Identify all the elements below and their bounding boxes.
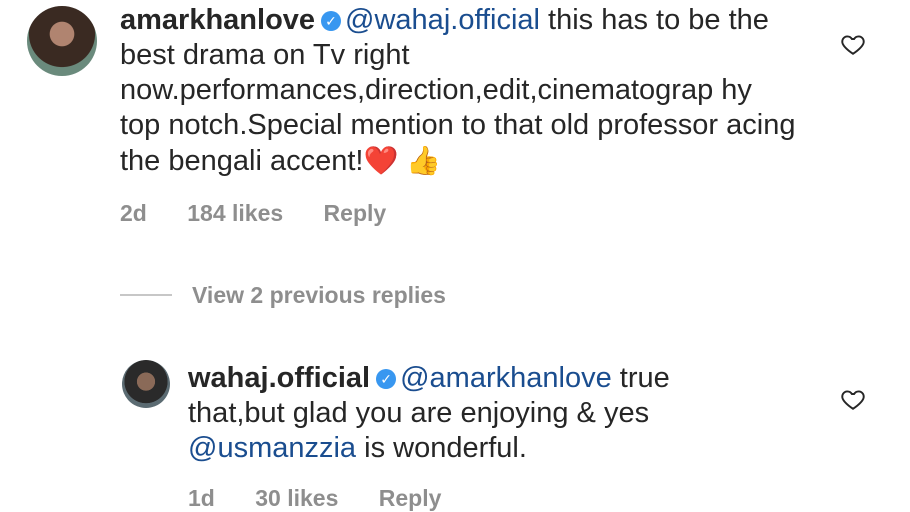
thumbs-up-emoji: 👍 (406, 144, 442, 177)
comment-1: amarkhanlove ✓ @wahaj.official this has to… (120, 3, 800, 179)
comment-meta: 2d 184 likes Reply (120, 200, 420, 227)
comment-mention-2[interactable]: @usmanzzia (188, 432, 356, 464)
view-replies-row[interactable]: View 2 previous replies (120, 280, 446, 310)
comment-text-2: is wonderful. (356, 432, 527, 464)
red-heart-emoji: ❤️ (363, 144, 399, 177)
comment-time: 1d (188, 485, 215, 511)
likes-count[interactable]: 30 likes (255, 485, 338, 511)
likes-count[interactable]: 184 likes (187, 200, 283, 226)
comment-mention[interactable]: @amarkhanlove (400, 362, 612, 394)
heart-outline-icon[interactable] (840, 31, 866, 57)
replies-divider (120, 294, 172, 296)
comment-2: wahaj.official ✓ @amarkhanlove true that,b… (188, 361, 748, 466)
view-replies-link[interactable]: View 2 previous replies (192, 282, 446, 309)
avatar[interactable] (27, 6, 97, 76)
comment-mention[interactable]: @wahaj.official (345, 4, 540, 36)
verified-badge-icon: ✓ (376, 369, 397, 389)
comment-username[interactable]: amarkhanlove (120, 4, 315, 36)
verified-badge-icon: ✓ (321, 11, 342, 31)
comment-meta: 1d 30 likes Reply (188, 485, 475, 512)
reply-button[interactable]: Reply (324, 200, 387, 226)
avatar[interactable] (122, 360, 170, 408)
comment-time: 2d (120, 200, 147, 226)
heart-outline-icon[interactable] (840, 386, 866, 412)
comment-username[interactable]: wahaj.official (188, 362, 370, 394)
reply-button[interactable]: Reply (379, 485, 442, 511)
